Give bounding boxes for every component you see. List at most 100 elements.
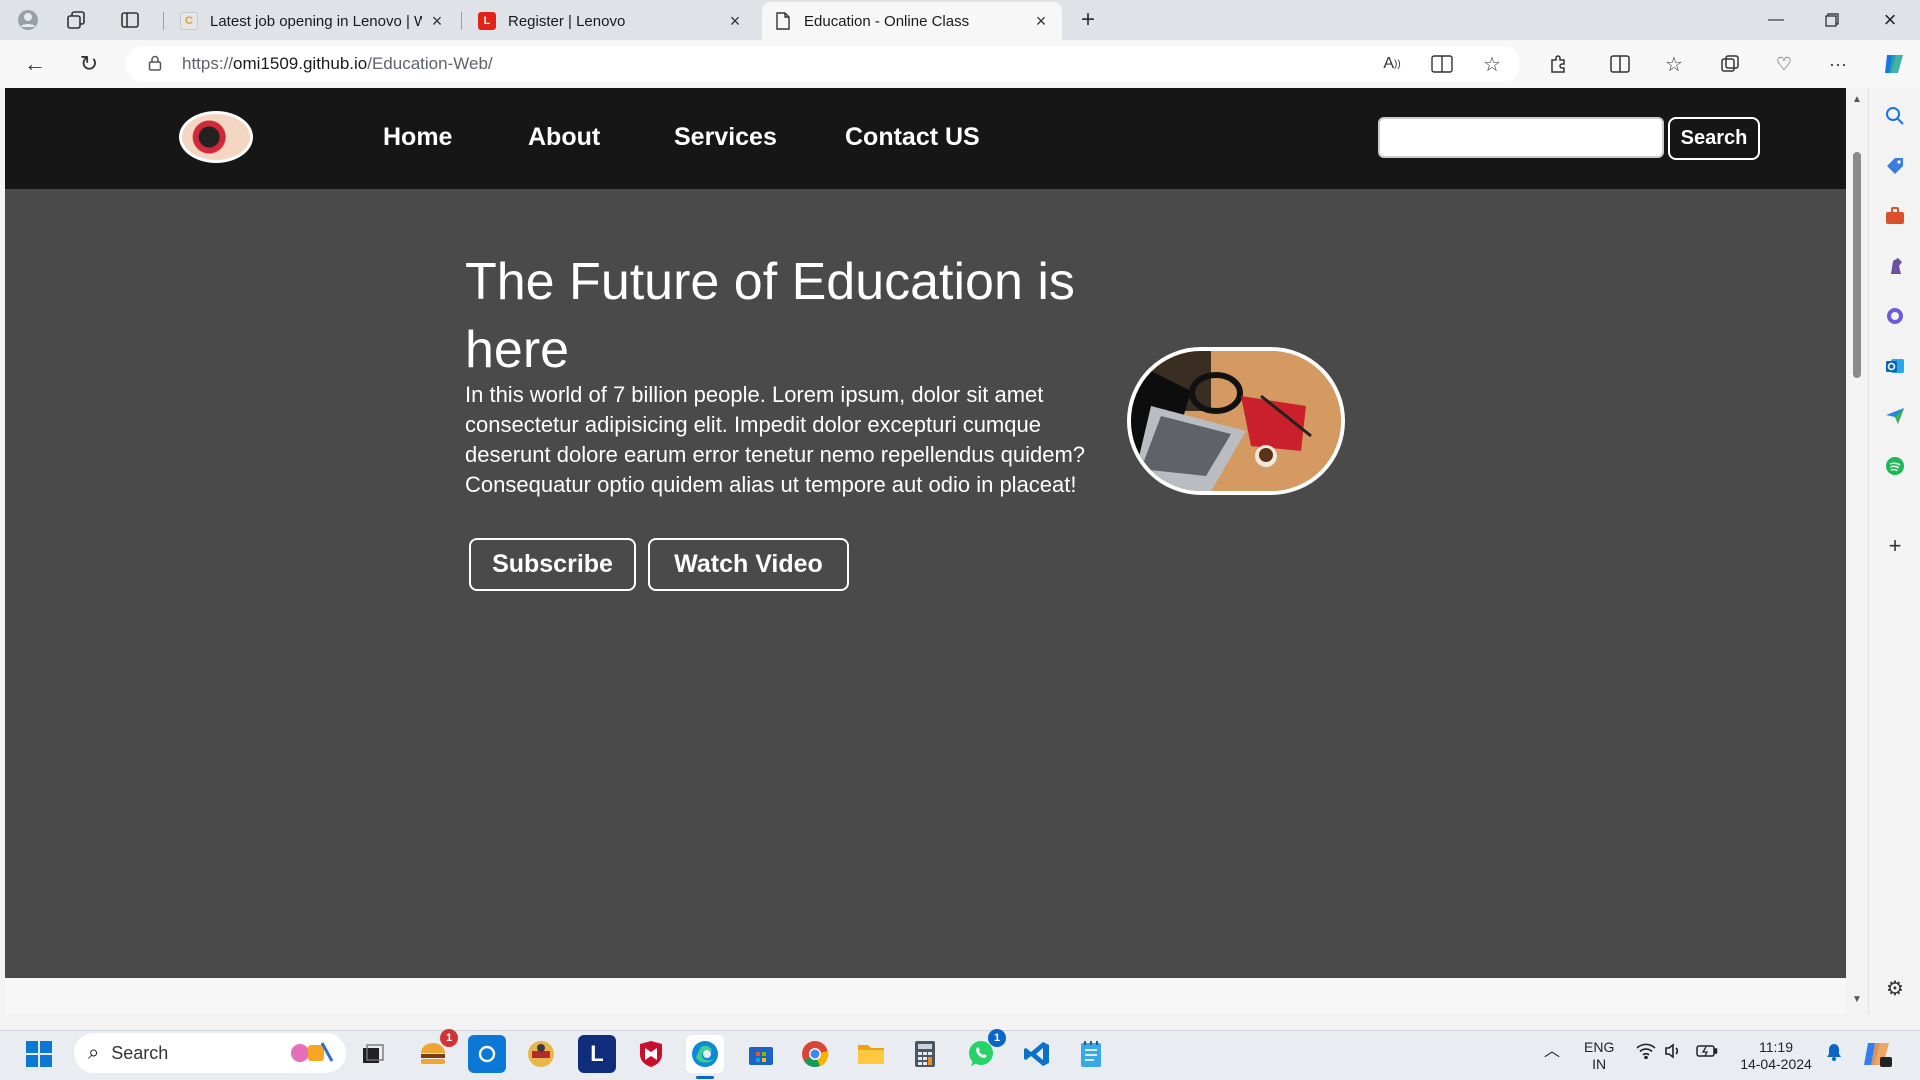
restore-icon[interactable] <box>1804 0 1860 40</box>
nav-about[interactable]: About <box>528 123 600 152</box>
nav-services[interactable]: Services <box>674 123 777 152</box>
extensions-icon[interactable] <box>1544 50 1572 78</box>
sidebar-add-icon[interactable]: + <box>1881 532 1909 560</box>
profile-icon[interactable] <box>14 6 42 34</box>
start-icon[interactable] <box>20 1035 58 1073</box>
vertical-scrollbar[interactable]: ▲ ▼ <box>1846 88 1868 1014</box>
site-search-button[interactable]: Search <box>1668 117 1760 160</box>
workspaces-icon[interactable] <box>62 6 90 34</box>
read-aloud-icon[interactable]: A)) <box>1378 50 1406 78</box>
clock-time: 11:19 <box>1759 1039 1793 1055</box>
sidebar-games-icon[interactable] <box>1881 252 1909 280</box>
taskbar-whatsapp-icon[interactable]: 1 <box>962 1029 1006 1073</box>
site-navbar: Home About Services Contact US Search <box>5 88 1846 189</box>
volume-icon[interactable] <box>1664 1043 1682 1063</box>
clock-date: 14-04-2024 <box>1740 1056 1812 1072</box>
sidebar-spotify-icon[interactable] <box>1881 452 1909 480</box>
tab-label: Education - Online Class <box>804 12 970 30</box>
tab-label: Latest job opening in Lenovo | W <box>210 12 422 30</box>
taskbar-chess-icon[interactable] <box>522 1035 560 1073</box>
sidebar-tools-icon[interactable] <box>1881 202 1909 230</box>
taskbar-mcafee-icon[interactable] <box>632 1035 670 1073</box>
tab-close-icon[interactable]: × <box>428 11 446 32</box>
new-tab-icon[interactable]: + <box>1074 6 1102 34</box>
tab-separator <box>163 12 164 30</box>
taskbar-search-icon: ⌕ <box>88 1041 100 1064</box>
hero-laptop-image <box>1127 347 1345 495</box>
notifications-bell-icon[interactable] <box>1826 1043 1842 1065</box>
tab-separator <box>461 12 462 30</box>
taskbar-store-icon[interactable] <box>742 1035 780 1073</box>
notification-badge: 1 <box>440 1029 458 1047</box>
tab-close-icon[interactable]: × <box>1032 11 1050 32</box>
more-options-icon[interactable]: ··· <box>1824 50 1852 78</box>
scroll-down-icon[interactable]: ▼ <box>1851 994 1863 1006</box>
browser-title-bar: C Latest job opening in Lenovo | W × L R… <box>0 0 1920 40</box>
close-window-icon[interactable]: × <box>1862 0 1918 40</box>
taskbar-app-blue-icon[interactable] <box>468 1035 506 1073</box>
taskbar-calculator-icon[interactable] <box>906 1035 944 1073</box>
collections-icon[interactable] <box>1716 50 1744 78</box>
split-screen-icon[interactable] <box>1606 50 1634 78</box>
sidebar-shopping-icon[interactable] <box>1881 152 1909 180</box>
nav-contact-us[interactable]: Contact US <box>845 123 980 152</box>
subscribe-button[interactable]: Subscribe <box>469 538 636 591</box>
notification-badge: 1 <box>988 1029 1006 1047</box>
sidebar-send-icon[interactable] <box>1881 402 1909 430</box>
hero-description: In this world of 7 billion people. Lorem… <box>465 382 1086 497</box>
taskbar-search-box[interactable]: ⌕ Search <box>74 1033 346 1073</box>
taskbar-lenovo-l-icon[interactable]: L <box>578 1035 616 1073</box>
windows-taskbar: ⌕ Search 1 L 1 ︿ ENG IN 11:19 14-04-2024 <box>0 1029 1920 1080</box>
watch-video-button[interactable]: Watch Video <box>648 538 849 591</box>
scroll-up-icon[interactable]: ▲ <box>1851 94 1863 106</box>
scroll-thumb[interactable] <box>1853 152 1861 378</box>
taskbar-notepad-icon[interactable] <box>1072 1035 1110 1073</box>
favorite-star-icon[interactable]: ☆ <box>1478 50 1506 78</box>
copilot-icon[interactable] <box>1880 50 1908 78</box>
copilot-taskbar-icon[interactable] <box>1862 1039 1892 1073</box>
tab-favicon-job-icon: C <box>180 12 198 30</box>
taskbar-file-explorer-icon[interactable] <box>852 1035 890 1073</box>
favorites-icon[interactable]: ☆ <box>1660 50 1688 78</box>
tab-favicon-lenovo-icon: L <box>478 12 496 30</box>
taskbar-chrome-icon[interactable] <box>796 1035 834 1073</box>
tab-favicon-page-icon <box>774 12 792 30</box>
tab-lenovo-jobs[interactable]: C Latest job opening in Lenovo | W × <box>168 2 458 40</box>
browser-essentials-icon[interactable]: ♡ <box>1770 50 1798 78</box>
language-label: ENG <box>1584 1039 1615 1055</box>
taskbar-edge-icon[interactable] <box>686 1035 724 1079</box>
site-logo[interactable] <box>179 111 253 163</box>
task-view-icon[interactable] <box>354 1035 392 1073</box>
back-icon[interactable]: ← <box>20 50 50 78</box>
sidebar-search-icon[interactable] <box>1881 102 1909 130</box>
sidebar-settings-icon[interactable]: ⚙ <box>1881 974 1909 1002</box>
tab-register-lenovo[interactable]: L Register | Lenovo × <box>466 2 756 40</box>
battery-icon[interactable] <box>1696 1043 1718 1063</box>
tab-close-icon[interactable]: × <box>726 11 744 32</box>
nav-home[interactable]: Home <box>383 123 452 152</box>
edge-sidebar: + ⚙ <box>1868 88 1920 1014</box>
sidebar-copilot-icon[interactable] <box>1881 302 1909 330</box>
refresh-icon[interactable]: ↻ <box>74 50 104 78</box>
taskbar-app-burger-icon[interactable]: 1 <box>414 1029 458 1073</box>
immersive-reader-icon[interactable] <box>1428 50 1456 78</box>
clock[interactable]: 11:19 14-04-2024 <box>1736 1039 1816 1073</box>
url-text: https://omi1509.github.io/Education-Web/ <box>182 54 493 73</box>
tab-actions-icon[interactable] <box>116 6 144 34</box>
tab-education-online-class[interactable]: Education - Online Class × <box>762 2 1062 40</box>
minimize-icon[interactable]: — <box>1748 0 1804 40</box>
site-search-input[interactable] <box>1378 117 1664 158</box>
search-highlight-icon <box>286 1039 336 1072</box>
url-field[interactable]: https://omi1509.github.io/Education-Web/ <box>126 46 1520 82</box>
show-hidden-icons[interactable]: ︿ <box>1544 1043 1560 1060</box>
web-page: Home About Services Contact US Search Th… <box>5 88 1846 978</box>
taskbar-search-label: Search <box>111 1042 169 1063</box>
address-bar: ← ↻ https://omi1509.github.io/Education-… <box>0 40 1920 88</box>
language-indicator[interactable]: ENG IN <box>1584 1039 1614 1073</box>
wifi-icon[interactable] <box>1636 1043 1656 1063</box>
sidebar-outlook-icon[interactable] <box>1881 352 1909 380</box>
taskbar-vscode-icon[interactable] <box>1018 1035 1056 1073</box>
hero-title: The Future of Education is here <box>465 253 1075 379</box>
lock-icon[interactable] <box>148 55 170 74</box>
active-indicator <box>696 1076 714 1079</box>
